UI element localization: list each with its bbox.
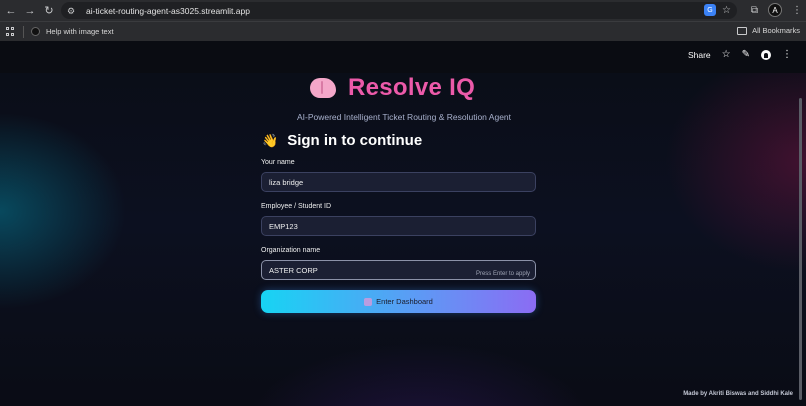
app-menu-icon[interactable]: ⋮: [782, 50, 792, 60]
profile-avatar[interactable]: A: [768, 3, 782, 17]
back-icon[interactable]: ←: [3, 3, 19, 19]
all-bookmarks-button[interactable]: All Bookmarks: [737, 26, 800, 35]
app-title-row: Resolve IQ: [310, 74, 475, 102]
id-field-label: Employee / Student ID: [261, 203, 332, 210]
extensions-icon[interactable]: ⧉: [751, 5, 758, 16]
translate-icon[interactable]: G: [704, 4, 717, 16]
bookmark-help-with-image-text[interactable]: Help with image text: [31, 27, 114, 36]
organization-input[interactable]: [269, 265, 323, 275]
organization-field[interactable]: Press Enter to apply: [261, 260, 536, 280]
scrollbar[interactable]: [799, 98, 802, 400]
name-input[interactable]: [269, 177, 469, 187]
enter-dashboard-button[interactable]: Enter Dashboard: [261, 290, 536, 313]
app-viewport: Share ☆ ✎ ⋮ Resolve IQ AI-Powered Intell…: [0, 41, 806, 406]
address-url[interactable]: ai-ticket-routing-agent-as3025.streamlit…: [86, 6, 250, 16]
forward-icon[interactable]: →: [22, 3, 38, 19]
signin-heading: 👋 Sign in to continue: [262, 132, 422, 149]
app-subtitle: AI-Powered Intelligent Ticket Routing & …: [296, 112, 512, 122]
all-bookmarks-label: All Bookmarks: [752, 26, 800, 35]
bookmarks-bar: Help with image text All Bookmarks: [0, 21, 806, 41]
github-icon[interactable]: [761, 50, 771, 60]
press-enter-hint: Press Enter to apply: [475, 271, 530, 277]
dashboard-icon: [364, 297, 373, 306]
app-header: Share ☆ ✎ ⋮: [0, 41, 806, 73]
org-field-label: Organization name: [261, 247, 321, 254]
name-field-label: Your name: [261, 159, 295, 166]
share-button[interactable]: Share: [688, 50, 711, 60]
bookmark-label: Help with image text: [46, 27, 114, 36]
bookmark-favicon-icon: [31, 27, 40, 36]
bookmark-star-icon[interactable]: ☆: [722, 5, 731, 16]
edit-pencil-icon[interactable]: ✎: [742, 50, 750, 60]
apps-grid-icon[interactable]: [6, 27, 15, 36]
site-info-icon[interactable]: ⚙: [67, 6, 79, 16]
name-field[interactable]: [261, 172, 536, 192]
browser-toolbar: ← → ↻ ⚙ ai-ticket-routing-agent-as3025.s…: [0, 0, 806, 21]
waving-hand-icon: 👋: [262, 132, 279, 148]
reload-icon[interactable]: ↻: [41, 3, 57, 19]
brain-icon: [310, 78, 336, 98]
app-title: Resolve IQ: [348, 74, 476, 101]
star-icon[interactable]: ☆: [722, 50, 731, 60]
employee-id-field[interactable]: [261, 216, 536, 236]
browser-menu-icon[interactable]: ⋮: [792, 5, 802, 16]
enter-dashboard-label: Enter Dashboard: [376, 297, 433, 306]
footer-credit: Made by Akriti Biswas and Siddhi Kale: [683, 391, 793, 397]
employee-id-input[interactable]: [269, 221, 469, 231]
folder-icon: [737, 26, 748, 35]
address-bar[interactable]: ⚙ ai-ticket-routing-agent-as3025.streaml…: [61, 2, 737, 19]
signin-title: Sign in to continue: [287, 132, 423, 149]
bookmarks-divider: [23, 25, 24, 38]
